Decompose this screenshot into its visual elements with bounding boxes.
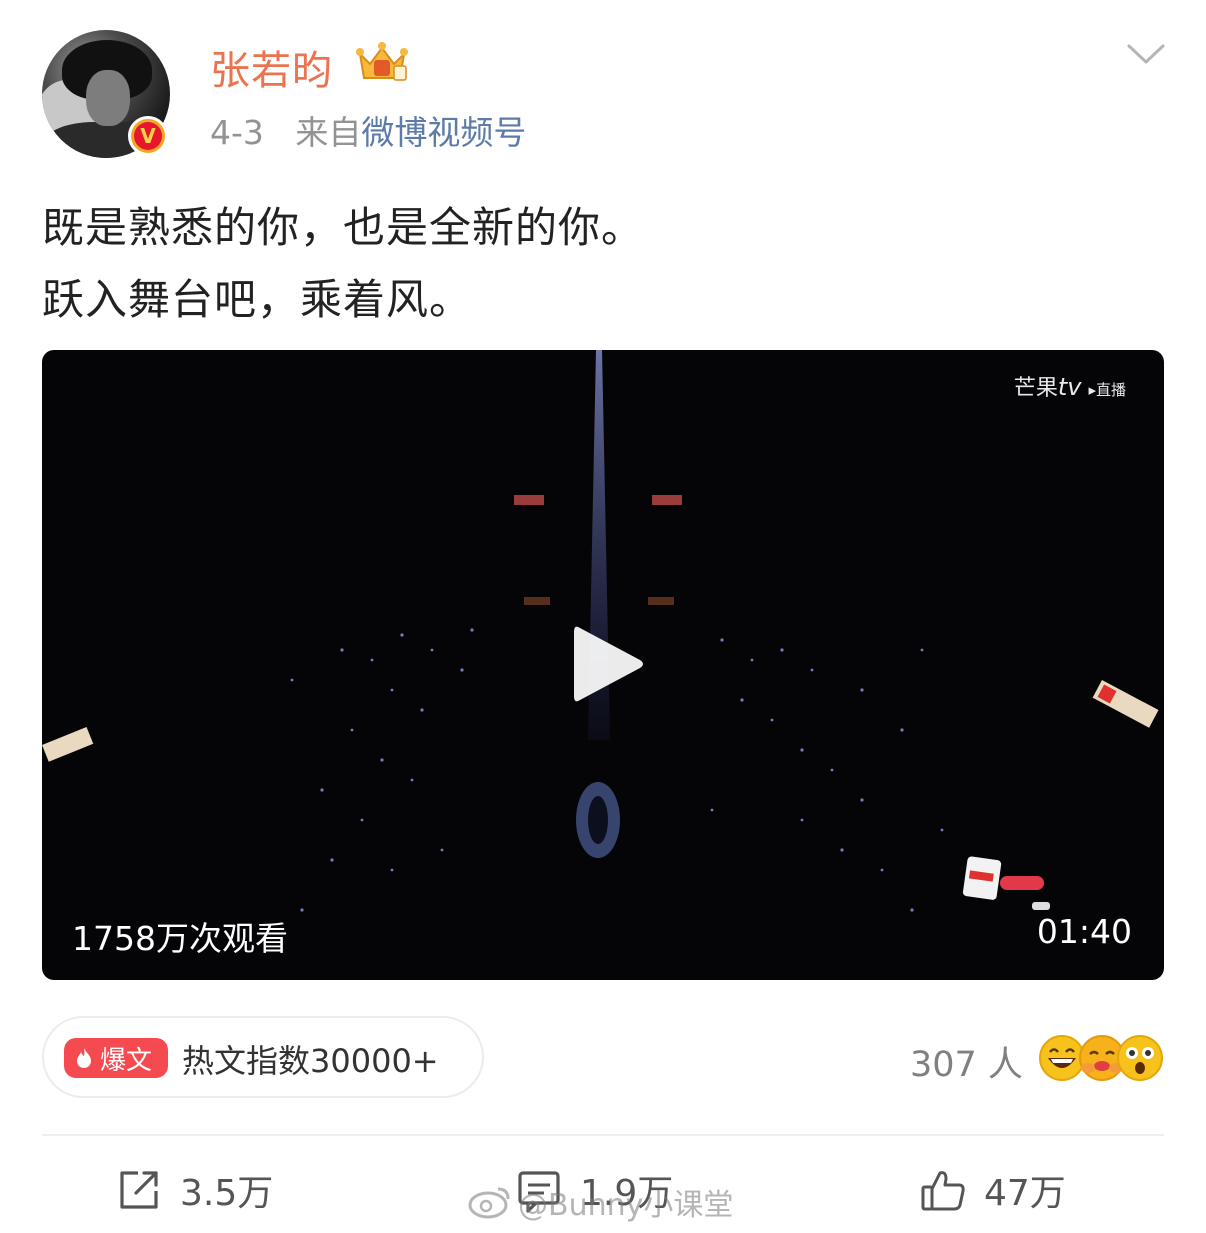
source-prefix: 来自: [295, 113, 362, 152]
post-text-line-1: 既是熟悉的你，也是全新的你。: [42, 203, 645, 252]
channel-watermark: 芒果tv ▸直播: [1013, 373, 1126, 401]
crown-member-icon[interactable]: [354, 40, 410, 86]
weibo-logo-icon: [468, 1187, 510, 1219]
source-link[interactable]: 微博视频号: [361, 113, 526, 152]
video-duration: 01:40: [1036, 912, 1132, 951]
surprised-emoji-icon[interactable]: [1116, 1034, 1164, 1082]
video-player[interactable]: 芒果tv ▸直播 1758万次观看 01:40: [42, 350, 1164, 980]
post-meta: 4-3 来自微博视频号: [210, 106, 526, 154]
repost-icon: [120, 1171, 158, 1209]
author-name[interactable]: 张若昀: [210, 38, 333, 96]
flame-icon: [77, 1048, 91, 1068]
repost-count: 3.5万: [180, 1173, 274, 1214]
hot-index-text: 热文指数30000+: [182, 1042, 439, 1080]
verified-badge-icon: V: [128, 116, 168, 156]
like-button[interactable]: 47万: [920, 1164, 1066, 1216]
play-icon[interactable]: [570, 622, 646, 706]
view-count: 1758万次观看: [72, 919, 288, 958]
hot-index-pill[interactable]: 爆文 热文指数30000+: [42, 1016, 484, 1098]
thumbs-up-icon: [921, 1171, 965, 1211]
image-watermark: @Bunny小课堂: [468, 1180, 733, 1224]
repost-button[interactable]: 3.5万: [116, 1164, 273, 1216]
post-date: 4-3: [210, 113, 264, 152]
chevron-down-icon[interactable]: [1126, 42, 1166, 66]
like-count: 47万: [984, 1173, 1066, 1214]
hot-article-tag: 爆文: [64, 1038, 168, 1078]
reaction-count[interactable]: 307 人: [910, 1036, 1023, 1087]
divider: [42, 1134, 1164, 1136]
post-text-line-2: 跃入舞台吧，乘着风。: [42, 275, 473, 324]
